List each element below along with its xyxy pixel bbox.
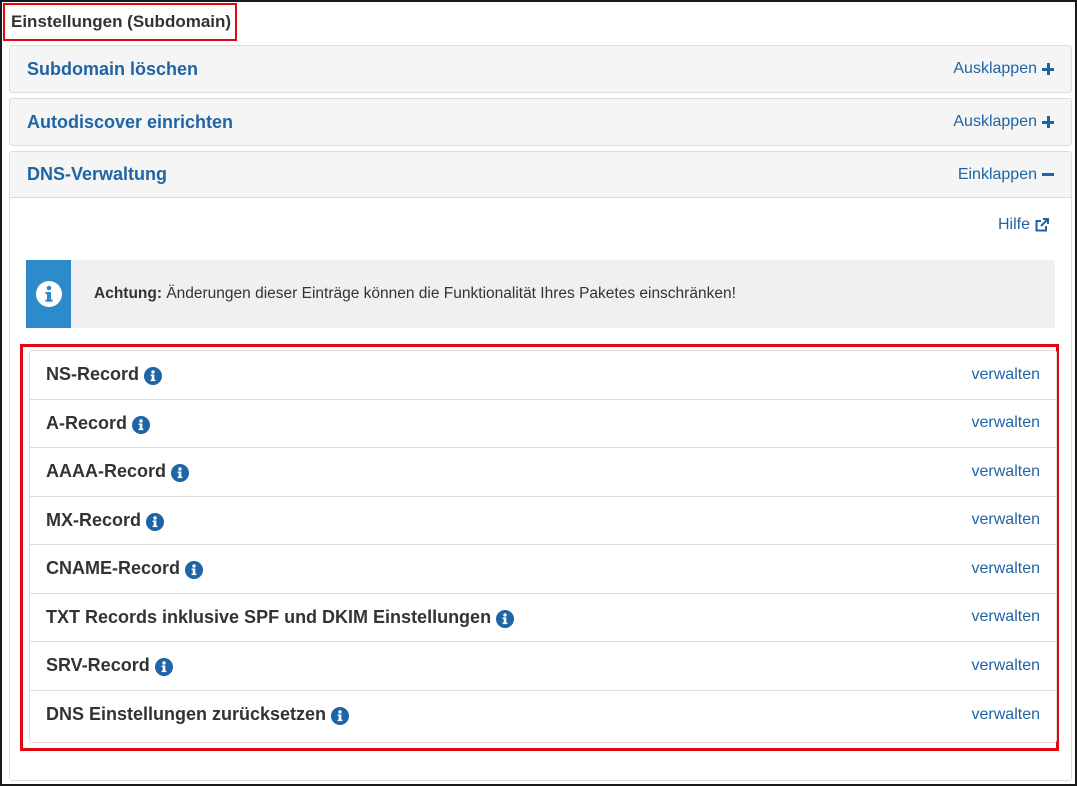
manage-link[interactable]: verwalten xyxy=(972,511,1040,529)
manage-link[interactable]: verwalten xyxy=(972,608,1040,626)
record-label: SRV-Record xyxy=(46,655,150,676)
expand-toggle[interactable]: Ausklappen xyxy=(953,60,1054,78)
panel-title[interactable]: Subdomain löschen xyxy=(27,59,198,80)
record-label: CNAME-Record xyxy=(46,558,181,579)
info-icon[interactable] xyxy=(144,367,163,386)
alert-strong: Achtung: xyxy=(94,285,163,302)
info-icon[interactable] xyxy=(496,609,515,628)
manage-link[interactable]: verwalten xyxy=(972,706,1040,724)
toggle-label[interactable]: Ausklappen xyxy=(953,113,1037,131)
record-label: DNS Einstellungen zurücksetzen xyxy=(46,704,327,725)
record-name: CNAME-Record xyxy=(46,558,204,580)
plus-icon[interactable] xyxy=(1042,63,1054,75)
record-name: MX-Record xyxy=(46,509,165,531)
record-row-srv: SRV-Record verwalten xyxy=(30,642,1056,691)
record-row-a: A-Record verwalten xyxy=(30,400,1056,448)
record-row-reset: DNS Einstellungen zurücksetzen verwalten xyxy=(30,691,1056,740)
manage-link[interactable]: verwalten xyxy=(972,366,1040,384)
toggle-label[interactable]: Ausklappen xyxy=(953,60,1037,78)
record-label: MX-Record xyxy=(46,509,142,530)
dns-records-list: NS-Record verwalten A-Record verwalten A… xyxy=(29,350,1057,743)
info-icon[interactable] xyxy=(171,464,190,483)
records-highlight: NS-Record verwalten A-Record verwalten A… xyxy=(20,344,1059,751)
expand-toggle[interactable]: Ausklappen xyxy=(953,113,1054,131)
record-label: AAAA-Record xyxy=(46,461,167,482)
info-icon[interactable] xyxy=(154,658,173,677)
panel-title[interactable]: Autodiscover einrichten xyxy=(27,112,233,133)
record-name: SRV-Record xyxy=(46,655,173,677)
external-link-icon[interactable] xyxy=(1035,218,1049,232)
record-row-ns: NS-Record verwalten xyxy=(30,351,1056,400)
info-icon xyxy=(35,281,62,307)
record-name: A-Record xyxy=(46,412,151,434)
record-name: DNS Einstellungen zurücksetzen xyxy=(46,704,350,726)
record-name: NS-Record xyxy=(46,364,163,386)
collapse-toggle[interactable]: Einklappen xyxy=(958,166,1054,184)
record-row-cname: CNAME-Record verwalten xyxy=(30,545,1056,594)
manage-link[interactable]: verwalten xyxy=(972,560,1040,578)
settings-frame: Einstellungen (Subdomain) Subdomain lösc… xyxy=(0,0,1077,786)
dns-panel-body: Hilfe Achtung: Änderungen dieser Einträg… xyxy=(10,198,1071,780)
info-icon[interactable] xyxy=(132,415,151,434)
info-icon[interactable] xyxy=(146,512,165,531)
alert-side xyxy=(26,260,71,328)
panel-title[interactable]: DNS-Verwaltung xyxy=(27,164,167,185)
manage-link[interactable]: verwalten xyxy=(972,414,1040,432)
panel-subdomain-delete: Subdomain löschen Ausklappen xyxy=(9,45,1072,93)
manage-link[interactable]: verwalten xyxy=(972,657,1040,675)
manage-link[interactable]: verwalten xyxy=(972,463,1040,481)
panel-heading[interactable]: DNS-Verwaltung Einklappen xyxy=(10,152,1071,198)
alert-message: Achtung: Änderungen dieser Einträge könn… xyxy=(71,285,736,303)
info-icon[interactable] xyxy=(331,707,350,726)
page-title: Einstellungen (Subdomain) xyxy=(3,3,238,41)
record-label: TXT Records inklusive SPF und DKIM Einst… xyxy=(46,606,492,627)
record-row-txt: TXT Records inklusive SPF und DKIM Einst… xyxy=(30,594,1056,642)
help-link[interactable]: Hilfe xyxy=(998,216,1049,234)
record-name: TXT Records inklusive SPF und DKIM Einst… xyxy=(46,606,515,628)
panel-heading[interactable]: Autodiscover einrichten Ausklappen xyxy=(10,99,1071,145)
alert-text: Änderungen dieser Einträge können die Fu… xyxy=(162,285,736,302)
help-label[interactable]: Hilfe xyxy=(998,216,1030,234)
toggle-label[interactable]: Einklappen xyxy=(958,166,1037,184)
plus-icon[interactable] xyxy=(1042,116,1054,128)
minus-icon[interactable] xyxy=(1042,169,1054,181)
record-name: AAAA-Record xyxy=(46,461,190,483)
info-icon[interactable] xyxy=(185,561,204,580)
panel-heading[interactable]: Subdomain löschen Ausklappen xyxy=(10,46,1071,92)
accordion: Subdomain löschen Ausklappen Autodiscove… xyxy=(9,45,1072,786)
panel-autodiscover: Autodiscover einrichten Ausklappen xyxy=(9,98,1072,146)
record-row-aaaa: AAAA-Record verwalten xyxy=(30,448,1056,497)
panel-dns-management: DNS-Verwaltung Einklappen Hilfe Achtung:… xyxy=(9,151,1072,781)
record-label: A-Record xyxy=(46,412,128,433)
record-row-mx: MX-Record verwalten xyxy=(30,497,1056,545)
record-label: NS-Record xyxy=(46,364,140,385)
warning-alert: Achtung: Änderungen dieser Einträge könn… xyxy=(26,260,1055,328)
